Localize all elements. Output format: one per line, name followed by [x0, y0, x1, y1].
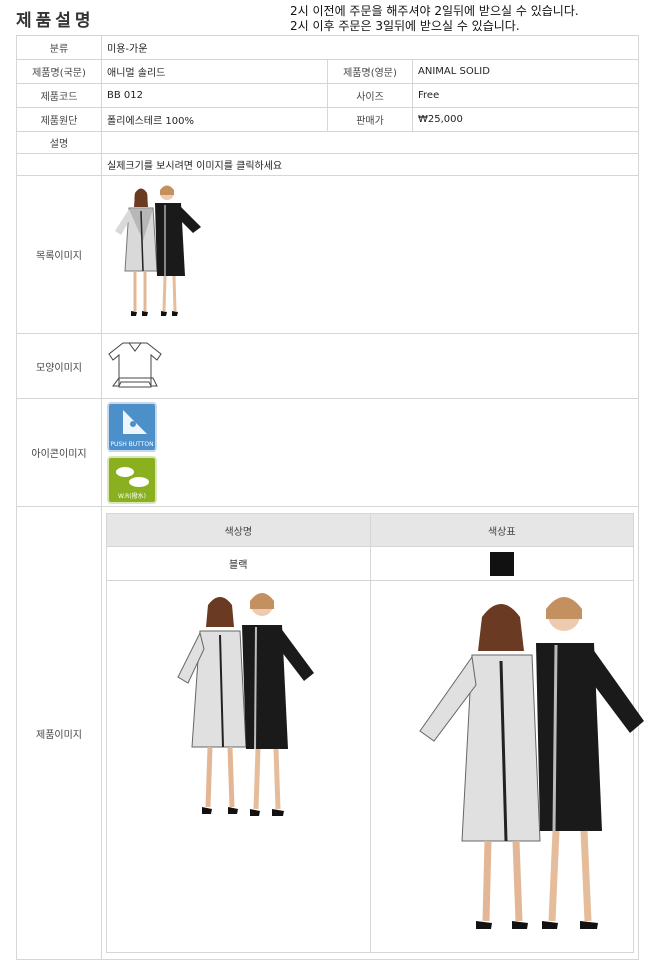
color-swatch-black [489, 551, 514, 576]
product-photo-small-cell [106, 580, 371, 953]
product-photo-large[interactable] [376, 581, 650, 941]
notice-line-1: 2시 이전에 주문을 해주셔야 2일뒤에 받으실 수 있습니다. [290, 4, 579, 18]
product-image-cell: 색상명 색상표 블랙 [101, 506, 644, 960]
size-value: Free [412, 83, 639, 108]
shape-image-cell [101, 333, 639, 399]
price-value: ₩25,000 [412, 107, 639, 132]
name-kr-value: 애니멀 솔리드 [101, 59, 328, 84]
name-kr-label: 제품명(국문) [16, 59, 102, 84]
list-image-label: 목록이미지 [16, 175, 102, 334]
material-label: 제품원단 [16, 107, 102, 132]
code-label: 제품코드 [16, 83, 102, 108]
name-en-value: ANIMAL SOLID [412, 59, 639, 84]
product-image-label: 제품이미지 [16, 506, 102, 960]
model-black [155, 185, 201, 316]
color-name-header: 색상명 [106, 513, 371, 547]
delivery-notice: 2시 이전에 주문을 해주셔야 2일뒤에 받으실 수 있습니다. 2시 이후 주… [290, 4, 579, 34]
push-button-text: PUSH BUTTON [110, 440, 154, 448]
icon-image-cell: PUSH BUTTON W.R(撥水) [101, 398, 639, 507]
color-swatch-header: 색상표 [369, 513, 634, 547]
color-name: 블랙 [106, 546, 371, 581]
click-notice-label-cell [16, 153, 102, 176]
product-photo-large-cell [369, 580, 644, 953]
color-table: 색상명 색상표 블랙 [106, 513, 644, 953]
list-product-image[interactable] [107, 181, 207, 326]
waterproof-text: W.R(撥水) [117, 492, 146, 500]
category-label: 분류 [16, 35, 102, 60]
code-value: BB 012 [101, 83, 328, 108]
gown-shape-drawing [108, 342, 162, 387]
name-en-label: 제품명(영문) [327, 59, 413, 84]
color-swatch-cell [369, 546, 634, 581]
category-value: 미용-가운 [101, 35, 639, 60]
notice-line-2: 2시 이후 주문은 3일뒤에 받으실 수 있습니다. [290, 19, 520, 33]
list-image-cell [101, 175, 639, 334]
size-label: 사이즈 [327, 83, 413, 108]
icon-image-label: 아이콘이미지 [16, 398, 102, 507]
desc-value [101, 131, 639, 154]
product-spec-table: 분류 미용-가운 제품명(국문) 애니멀 솔리드 제품명(영문) ANIMAL … [16, 35, 644, 960]
model-patterned [115, 188, 158, 316]
water-repellent-icon: W.R(撥水) [107, 455, 157, 504]
material-value: 폴리에스테르 100% [101, 107, 328, 132]
shape-image-label: 모양이미지 [16, 333, 102, 399]
product-photo-small[interactable] [138, 587, 338, 827]
page-title: 제품설명 [16, 11, 95, 31]
click-notice: 실제크기를 보시려면 이미지를 클릭하세요 [101, 153, 639, 176]
price-label: 판매가 [327, 107, 413, 132]
desc-label: 설명 [16, 131, 102, 154]
push-button-icon: PUSH BUTTON [107, 401, 157, 452]
